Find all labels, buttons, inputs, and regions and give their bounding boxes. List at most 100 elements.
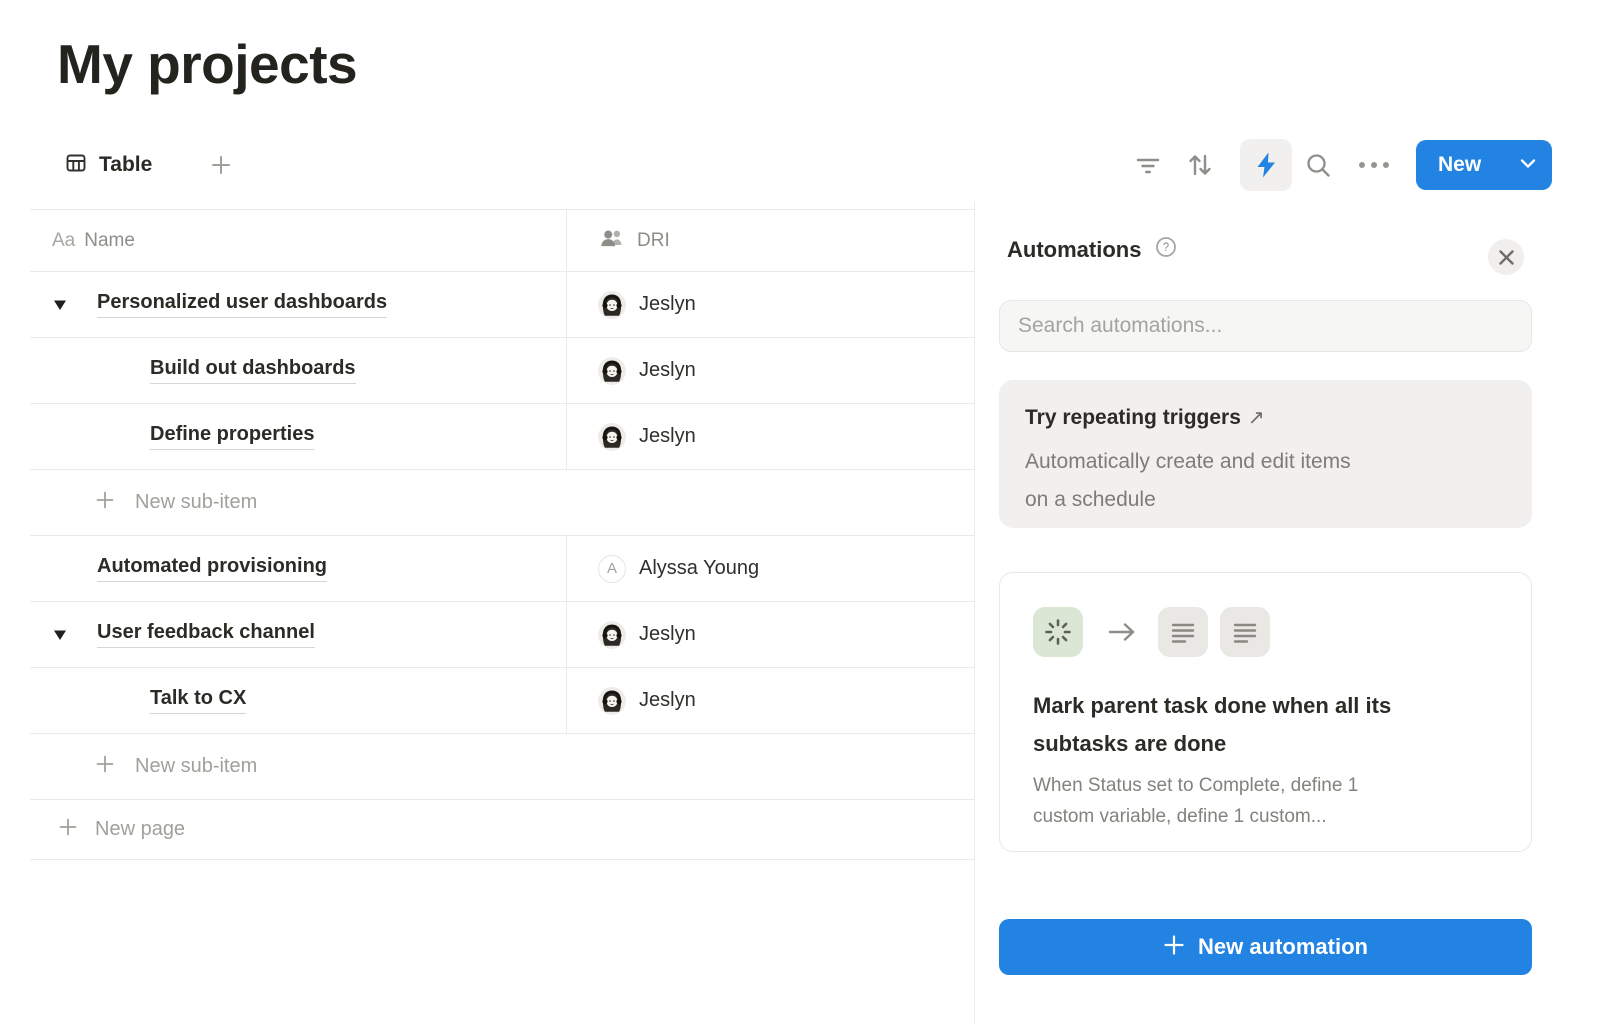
avatar-jeslyn: [598, 687, 626, 715]
new-sub-item-row: New sub-item: [30, 734, 974, 800]
dri-person-name: Jeslyn: [639, 425, 696, 448]
dri-person-name: Alyssa Young: [639, 557, 759, 580]
avatar-jeslyn: [598, 357, 626, 385]
name-cell: Personalized user dashboards: [30, 272, 567, 337]
new-sub-item-button[interactable]: New sub-item: [30, 470, 974, 535]
lightning-icon: [1254, 151, 1278, 179]
new-sub-item-label: New sub-item: [135, 491, 257, 514]
automation-card[interactable]: Mark parent task done when all its subta…: [999, 572, 1532, 852]
new-button[interactable]: New: [1416, 140, 1552, 190]
table-row: Talk to CX Jeslyn: [30, 668, 974, 734]
action-edit-property-icon: [1158, 607, 1208, 657]
automation-search: [999, 300, 1532, 352]
tab-table-view[interactable]: Table: [64, 140, 152, 190]
plus-icon: [58, 817, 78, 843]
close-panel-button[interactable]: [1488, 239, 1524, 275]
automations-panel-header: Automations ?: [1007, 236, 1177, 263]
people-icon: [599, 225, 625, 257]
new-sub-item-button[interactable]: New sub-item: [30, 734, 974, 799]
name-column-label: Name: [84, 230, 135, 252]
plus-icon: [1163, 934, 1185, 961]
page-link[interactable]: Personalized user dashboards: [97, 291, 387, 318]
dri-cell[interactable]: Jeslyn: [567, 602, 974, 667]
table-row: Personalized user dashboards Jeslyn: [30, 272, 974, 338]
column-header-dri[interactable]: DRI: [567, 210, 974, 271]
name-cell: Define properties: [30, 404, 567, 469]
dri-person-name: Jeslyn: [639, 689, 696, 712]
avatar-letter: A: [598, 555, 626, 583]
text-property-icon: Aa: [52, 230, 75, 252]
table-row: Automated provisioning A Alyssa Young: [30, 536, 974, 602]
new-sub-item-row: New sub-item: [30, 470, 974, 536]
new-page-label: New page: [95, 818, 185, 841]
automation-flow-icons: [1033, 607, 1498, 657]
add-view-button[interactable]: [204, 140, 238, 190]
trigger-status-icon: [1033, 607, 1083, 657]
new-page-button[interactable]: New page: [30, 800, 974, 859]
table-view-icon: [64, 151, 88, 180]
ellipsis-icon: [1359, 162, 1389, 168]
dri-cell[interactable]: Jeslyn: [567, 338, 974, 403]
dri-person-name: Jeslyn: [639, 293, 696, 316]
avatar-jeslyn: [598, 291, 626, 319]
external-arrow-icon: ↗: [1248, 407, 1265, 429]
view-tab-label: Table: [99, 153, 152, 177]
page-link[interactable]: Define properties: [150, 423, 314, 450]
table-row: Build out dashboards Jeslyn: [30, 338, 974, 404]
name-cell: User feedback channel: [30, 602, 567, 667]
automations-button[interactable]: [1240, 139, 1292, 191]
search-icon: [1304, 151, 1332, 179]
close-icon: [1498, 249, 1515, 266]
collapse-toggle-icon[interactable]: [53, 629, 69, 641]
automation-search-input[interactable]: [1018, 314, 1513, 338]
table-row: Define properties Jeslyn: [30, 404, 974, 470]
plus-icon: [95, 754, 115, 780]
more-options-button[interactable]: [1352, 140, 1396, 190]
avatar-jeslyn: [598, 423, 626, 451]
page-link[interactable]: Talk to CX: [150, 687, 246, 714]
name-cell: Build out dashboards: [30, 338, 567, 403]
sort-icon: [1185, 151, 1215, 179]
table-row: User feedback channel Jeslyn: [30, 602, 974, 668]
dri-person-name: Jeslyn: [639, 623, 696, 646]
action-edit-property-icon: [1220, 607, 1270, 657]
arrow-right-icon: [1107, 620, 1137, 644]
plus-icon: [95, 490, 115, 516]
page-link[interactable]: User feedback channel: [97, 621, 315, 648]
search-button[interactable]: [1296, 140, 1340, 190]
notion-app: My projects Table: [0, 0, 1622, 1024]
collapse-toggle-icon[interactable]: [53, 299, 69, 311]
column-header-name[interactable]: Aa Name: [30, 210, 567, 271]
dri-column-label: DRI: [637, 230, 670, 252]
promo-title: Try repeating triggers: [1025, 406, 1241, 429]
promo-description: Automatically create and edit items on a…: [1025, 443, 1375, 519]
page-link[interactable]: Build out dashboards: [150, 357, 356, 384]
new-button-label: New: [1438, 153, 1481, 177]
chevron-down-icon[interactable]: [1520, 156, 1536, 174]
projects-table: Aa Name DRI: [30, 209, 974, 860]
filter-icon: [1134, 151, 1162, 179]
automations-title: Automations: [1007, 237, 1141, 263]
page-title: My projects: [57, 32, 357, 96]
dri-cell[interactable]: Jeslyn: [567, 668, 974, 733]
dri-cell[interactable]: A Alyssa Young: [567, 536, 974, 601]
name-cell: Talk to CX: [30, 668, 567, 733]
new-sub-item-label: New sub-item: [135, 755, 257, 778]
new-automation-label: New automation: [1198, 934, 1368, 960]
panel-divider: [974, 202, 975, 1024]
new-automation-button[interactable]: New automation: [999, 919, 1532, 975]
sort-button[interactable]: [1178, 140, 1222, 190]
automation-card-title: Mark parent task done when all its subta…: [1033, 687, 1478, 763]
help-icon[interactable]: ?: [1155, 236, 1177, 263]
automation-card-description: When Status set to Complete, define 1 cu…: [1033, 770, 1423, 832]
svg-text:?: ?: [1163, 242, 1169, 254]
dri-cell[interactable]: Jeslyn: [567, 272, 974, 337]
dri-cell[interactable]: Jeslyn: [567, 404, 974, 469]
repeating-triggers-promo-card[interactable]: Try repeating triggers ↗ Automatically cr…: [999, 380, 1532, 528]
dri-person-name: Jeslyn: [639, 359, 696, 382]
new-page-row: New page: [30, 800, 974, 860]
avatar-jeslyn: [598, 621, 626, 649]
name-cell: Automated provisioning: [30, 536, 567, 601]
page-link[interactable]: Automated provisioning: [97, 555, 327, 582]
filter-button[interactable]: [1126, 140, 1170, 190]
